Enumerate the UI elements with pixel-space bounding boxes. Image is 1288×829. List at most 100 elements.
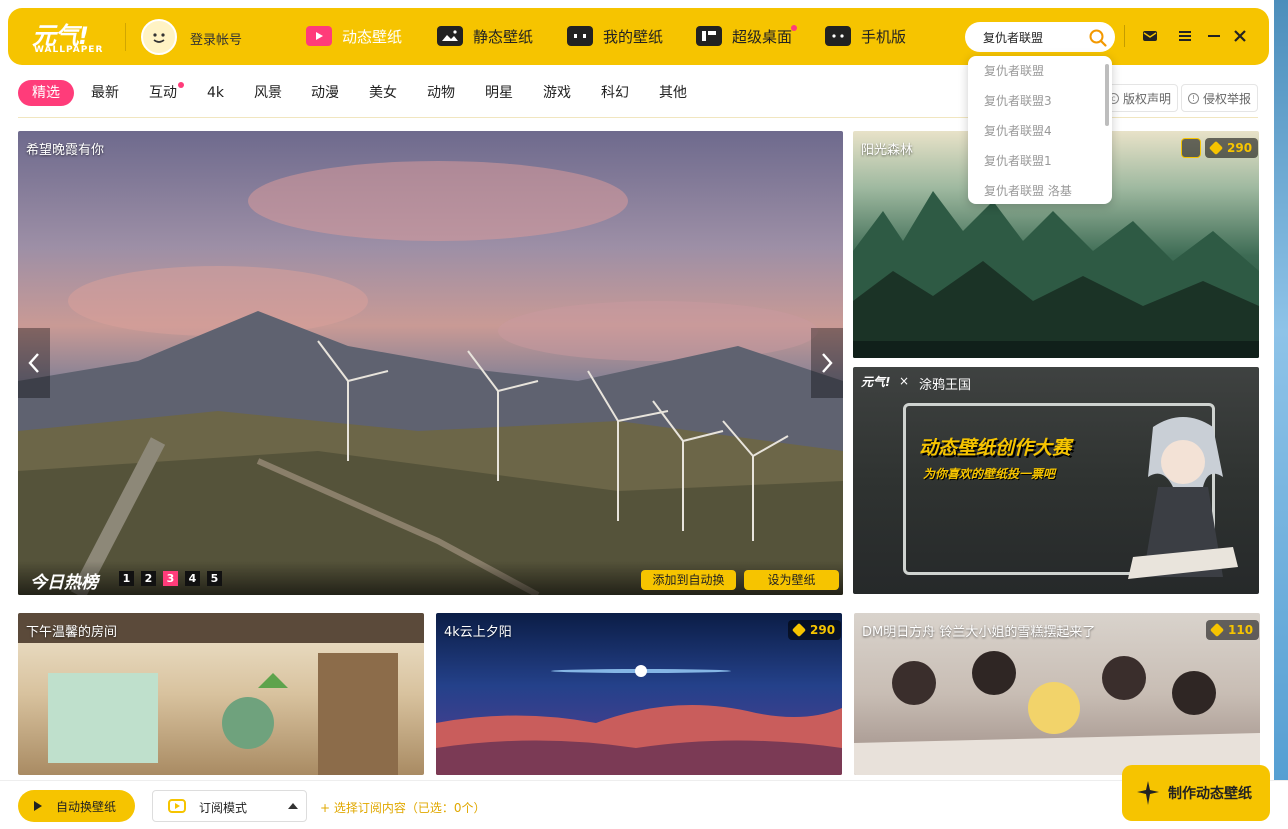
page-5[interactable]: 5 — [207, 571, 222, 586]
partner-name: 涂鸦王国 — [919, 378, 972, 393]
wallpaper-card[interactable]: 4k云上夕阳 290 — [436, 613, 842, 775]
app-logo[interactable]: 元气! WALLPAPER — [32, 18, 108, 58]
gem-icon — [791, 622, 807, 638]
category-featured[interactable]: 精选 — [18, 80, 74, 106]
search-icon[interactable] — [1088, 28, 1108, 48]
wallpaper-card[interactable]: 下午温馨的房间 — [18, 613, 424, 775]
close-icon[interactable] — [1229, 25, 1251, 47]
like-count-badge: 290 — [1205, 138, 1259, 158]
page-1[interactable]: 1 — [119, 571, 134, 586]
minimize-icon[interactable] — [1203, 25, 1225, 47]
search-box — [965, 22, 1115, 52]
auto-switch-label: 自动换壁纸 — [56, 799, 117, 814]
category-games[interactable]: 游戏 — [543, 80, 571, 106]
notification-dot — [791, 25, 797, 31]
select-subscription-link[interactable]: + 选择订阅内容（已选：0个） — [320, 799, 486, 816]
nav-tab-my-wallpaper[interactable]: 我的壁纸 — [567, 22, 663, 50]
face-icon — [567, 26, 593, 46]
card-title: 4k云上夕阳 — [444, 625, 512, 640]
carousel-next-button[interactable] — [811, 328, 843, 398]
image-icon — [437, 26, 463, 46]
set-wallpaper-button[interactable]: 设为壁纸 — [744, 570, 839, 590]
menu-icon[interactable] — [1174, 25, 1196, 47]
category-anime[interactable]: 动漫 — [311, 80, 339, 106]
bottom-bar: 自动换壁纸 订阅模式 + 选择订阅内容（已选：0个） — [0, 780, 1288, 829]
category-beauty[interactable]: 美女 — [369, 80, 397, 106]
nav-tab-label: 静态壁纸 — [473, 27, 534, 46]
hot-list-title: 今日热榜 — [30, 573, 98, 593]
header-divider — [125, 23, 126, 51]
nav-tab-dynamic-wallpaper[interactable]: 动态壁纸 — [306, 22, 402, 50]
like-count: 290 — [1227, 141, 1253, 155]
notification-dot — [178, 82, 184, 88]
category-4k[interactable]: 4k — [207, 80, 224, 106]
nav-tab-label: 动态壁纸 — [342, 27, 403, 46]
wallpaper-card[interactable]: DM明日方舟 铃兰大小姐的雪糕摆起来了 110 — [854, 613, 1260, 775]
auto-switch-wallpaper-button[interactable]: 自动换壁纸 — [18, 790, 135, 822]
like-count-badge: 290 — [788, 620, 842, 640]
carousel-prev-button[interactable] — [18, 328, 50, 398]
alert-icon: ! — [1188, 92, 1199, 104]
smiley-icon — [153, 33, 165, 43]
card-title: 下午温馨的房间 — [26, 625, 118, 640]
like-count-badge: 110 — [1206, 620, 1260, 640]
category-other[interactable]: 其他 — [659, 80, 687, 106]
banner-logo: 元气! — [861, 375, 891, 389]
suggestion-item[interactable]: 复仇者联盟 — [984, 62, 1044, 79]
contest-banner[interactable]: 元气! × 涂鸦王国 动态壁纸创作大赛 为你喜欢的壁纸投一票吧 — [853, 367, 1259, 594]
page-3[interactable]: 3 — [163, 571, 178, 586]
search-input[interactable] — [983, 28, 1083, 46]
like-count: 290 — [810, 623, 836, 637]
card-title: DM明日方舟 铃兰大小姐的雪糕摆起来了 — [862, 625, 1096, 640]
add-to-auto-switch-button[interactable]: 添加到自动换 — [641, 570, 736, 590]
page-4[interactable]: 4 — [185, 571, 200, 586]
category-animals[interactable]: 动物 — [427, 80, 455, 106]
card-title: 阳光森林 — [861, 143, 914, 158]
banner-subline: 为你喜欢的壁纸投一票吧 — [923, 467, 1056, 481]
suggestion-item[interactable]: 复仇者联盟1 — [984, 152, 1052, 169]
hot-list-bar: 今日热榜 1 2 3 4 5 添加到自动换 设为壁纸 — [18, 561, 843, 595]
report-label: 侵权举报 — [1203, 91, 1252, 106]
chevron-left-icon — [28, 353, 39, 373]
suggestion-item[interactable]: 复仇者联盟 洛基 — [984, 182, 1072, 199]
infringement-report-link[interactable]: ! 侵权举报 — [1181, 84, 1259, 112]
make-dynamic-wallpaper-button[interactable]: 制作动态壁纸 — [1122, 765, 1270, 821]
nav-tab-label: 超级桌面 — [732, 27, 793, 46]
sparkle-icon — [1137, 781, 1159, 805]
avatar[interactable] — [141, 19, 177, 55]
like-count: 110 — [1228, 623, 1254, 637]
caret-up-icon — [288, 803, 298, 809]
category-scenery[interactable]: 风景 — [254, 80, 282, 106]
category-celebrities[interactable]: 明星 — [485, 80, 513, 106]
anime-character-illustration — [1128, 417, 1238, 579]
wind-farm-image — [18, 161, 843, 595]
header-divider — [1124, 25, 1125, 47]
page-2[interactable]: 2 — [141, 571, 156, 586]
dynamic-icon — [1181, 138, 1201, 158]
suggestion-item[interactable]: 复仇者联盟4 — [984, 122, 1052, 139]
mail-icon[interactable] — [1139, 25, 1161, 47]
subscribe-icon — [168, 799, 186, 813]
suggestion-item[interactable]: 复仇者联盟3 — [984, 92, 1052, 109]
featured-wallpaper-card[interactable]: 希望晚霞有你 今日热榜 1 2 3 4 5 添加到自动换 设为壁纸 — [18, 131, 843, 595]
login-link[interactable]: 登录帐号 — [190, 29, 242, 48]
desktop-icon — [696, 26, 722, 46]
desktop-background-strip — [1274, 0, 1288, 829]
play-icon — [306, 26, 332, 46]
subscribe-mode-select[interactable]: 订阅模式 — [152, 790, 307, 822]
suggestions-scrollbar[interactable] — [1105, 64, 1109, 126]
banner-headline: 动态壁纸创作大赛 — [919, 437, 1072, 459]
chevron-right-icon — [822, 353, 833, 373]
android-icon — [825, 26, 851, 46]
nav-tab-super-desktop[interactable]: 超级桌面 — [696, 22, 792, 50]
category-interactive[interactable]: 互动 — [149, 80, 177, 106]
collab-x-icon: × — [899, 374, 910, 388]
card-title: 希望晚霞有你 — [26, 143, 105, 158]
category-scifi[interactable]: 科幻 — [601, 80, 629, 106]
nav-tab-mobile[interactable]: 手机版 — [825, 22, 906, 50]
category-latest[interactable]: 最新 — [91, 80, 119, 106]
nav-tab-static-wallpaper[interactable]: 静态壁纸 — [437, 22, 533, 50]
subscribe-mode-label: 订阅模式 — [199, 801, 248, 815]
copyright-statement-link[interactable]: c 版权声明 — [1101, 84, 1179, 112]
search-suggestions: 复仇者联盟 复仇者联盟3 复仇者联盟4 复仇者联盟1 复仇者联盟 洛基 — [968, 56, 1112, 204]
